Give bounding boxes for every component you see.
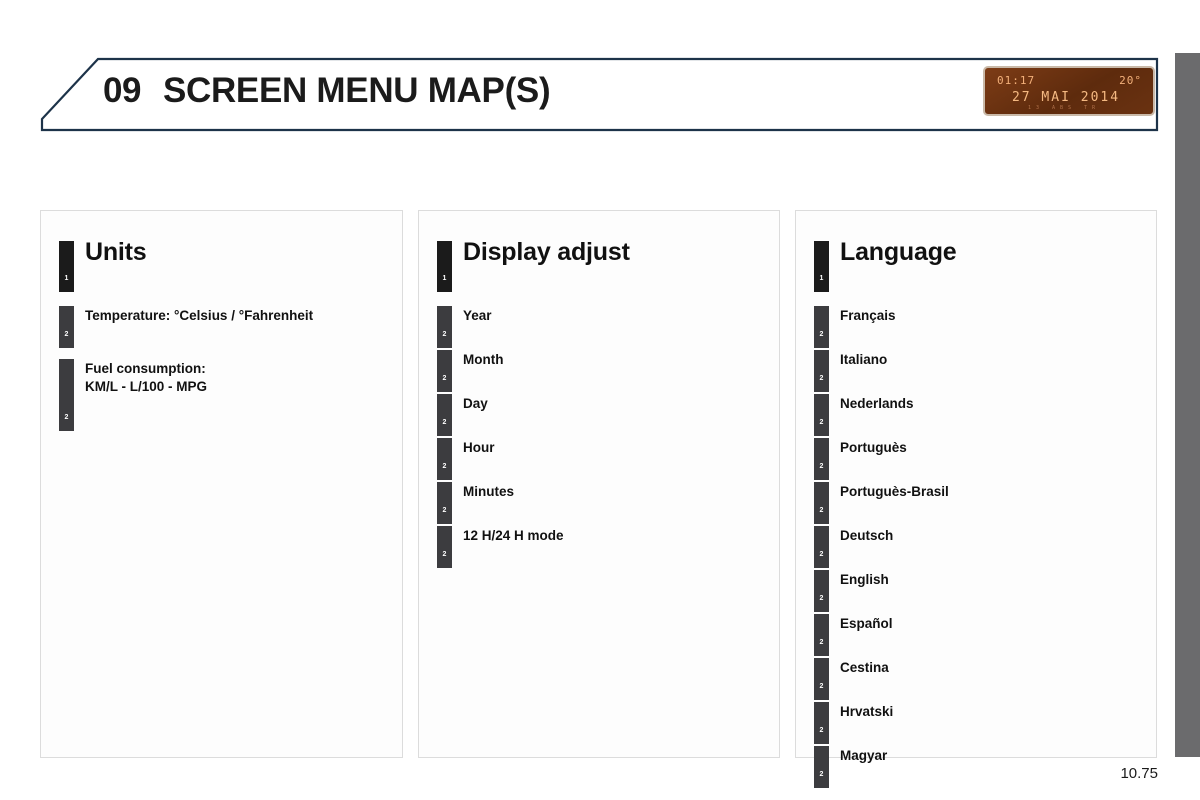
menu-item[interactable]: 2 Español <box>814 612 1138 656</box>
level-marker-2: 2 <box>437 350 452 392</box>
menu-item-label: Temperature: °Celsius / °Fahrenheit <box>85 308 314 323</box>
level-marker-2: 2 <box>437 306 452 348</box>
level-marker-2: 2 <box>437 482 452 524</box>
menu-item[interactable]: 2 Year <box>437 304 761 348</box>
menu-item[interactable]: 2 12 H/24 H mode <box>437 524 761 568</box>
level-marker-2: 2 <box>814 438 829 480</box>
display-date: 27 MAI 2014 <box>1011 90 1121 105</box>
level-marker-1: 1 <box>59 241 74 292</box>
menu-item[interactable]: 2 English <box>814 568 1138 612</box>
menu-item-label: Español <box>840 616 893 631</box>
level-marker-2: 2 <box>814 350 829 392</box>
menu-item[interactable]: 2 Temperature: °Celsius / °Fahrenheit <box>59 304 384 348</box>
level-marker-2: 2 <box>437 438 452 480</box>
panel-display-adjust: 1 Display adjust 2 Year 2 Month 2 Day 2 … <box>418 210 780 758</box>
menu-item[interactable]: 2 Portuguès-Brasil <box>814 480 1138 524</box>
menu-item-label: Hour <box>463 440 495 455</box>
level-marker-2: 2 <box>814 306 829 348</box>
panel-units-heading: 1 Units <box>59 238 384 292</box>
panel-units: 1 Units 2 Temperature: °Celsius / °Fahre… <box>40 210 403 758</box>
level-marker-2: 2 <box>437 394 452 436</box>
display-sub-indicators: 13 ABS TR <box>1027 105 1101 111</box>
panel-display-adjust-heading: 1 Display adjust <box>437 238 761 292</box>
menu-item-label: English <box>840 572 889 587</box>
menu-map-panels: 1 Units 2 Temperature: °Celsius / °Fahre… <box>40 210 1160 788</box>
panel-language-heading: 1 Language <box>814 238 1138 292</box>
display-screen: 01:17 20° 27 MAI 2014 13 ABS TR <box>985 68 1153 114</box>
menu-item[interactable]: 2 Cestina <box>814 656 1138 700</box>
panel-language: 1 Language 2 Français 2 Italiano 2 Neder… <box>795 210 1157 788</box>
manual-page: 09 SCREEN MENU MAP(S) 01:17 20° 27 MAI 2… <box>0 0 1200 800</box>
level-marker-2: 2 <box>814 658 829 700</box>
level-marker-2: 2 <box>814 702 829 744</box>
menu-item-label: Français <box>840 308 896 323</box>
menu-item[interactable]: 2 Nederlands <box>814 392 1138 436</box>
level-marker-2: 2 <box>59 306 74 348</box>
level-marker-2: 2 <box>59 359 74 431</box>
menu-item[interactable]: 2 Magyar <box>814 744 1138 788</box>
menu-item-label: Fuel consumption: KM/L - L/100 - MPG <box>85 361 208 394</box>
panel-units-title: Units <box>85 238 147 266</box>
menu-item[interactable]: 2 Month <box>437 348 761 392</box>
menu-item-label: Italiano <box>840 352 888 367</box>
chapter-number: 09 <box>103 71 141 110</box>
panel-display-adjust-title: Display adjust <box>463 238 630 266</box>
menu-item-label: Magyar <box>840 748 888 763</box>
menu-item-label: Minutes <box>463 484 515 499</box>
menu-item-label: Portuguès <box>840 440 907 455</box>
menu-item-label: Cestina <box>840 660 889 675</box>
chapter-edge-tab <box>1175 53 1200 757</box>
level-marker-2: 2 <box>814 570 829 612</box>
level-marker-2: 2 <box>814 746 829 788</box>
menu-item-label: Nederlands <box>840 396 914 411</box>
menu-item[interactable]: 2 Deutsch <box>814 524 1138 568</box>
menu-item[interactable]: 2 Hour <box>437 436 761 480</box>
level-marker-2: 2 <box>437 526 452 568</box>
level-marker-2: 2 <box>814 482 829 524</box>
menu-item-label: Day <box>463 396 488 411</box>
instrument-display-graphic: 01:17 20° 27 MAI 2014 13 ABS TR <box>983 66 1155 116</box>
page-number: 10.75 <box>1120 765 1158 782</box>
menu-item[interactable]: 2 Hrvatski <box>814 700 1138 744</box>
menu-item[interactable]: 2 Fuel consumption: KM/L - L/100 - MPG <box>59 357 384 431</box>
menu-item-label: Year <box>463 308 492 323</box>
menu-item[interactable]: 2 Day <box>437 392 761 436</box>
menu-item[interactable]: 2 Portuguès <box>814 436 1138 480</box>
menu-item-label: Portuguès-Brasil <box>840 484 949 499</box>
display-clock: 01:17 <box>997 74 1036 87</box>
page-title: 09 SCREEN MENU MAP(S) <box>103 71 551 111</box>
display-temperature: 20° <box>1119 74 1142 87</box>
level-marker-1: 1 <box>814 241 829 292</box>
level-marker-2: 2 <box>814 614 829 656</box>
menu-item-label: Deutsch <box>840 528 894 543</box>
menu-item[interactable]: 2 Minutes <box>437 480 761 524</box>
menu-item-label: 12 H/24 H mode <box>463 528 564 543</box>
menu-item[interactable]: 2 Italiano <box>814 348 1138 392</box>
chapter-title-text: SCREEN MENU MAP(S) <box>162 71 551 110</box>
menu-item-label: Month <box>463 352 504 367</box>
level-marker-2: 2 <box>814 394 829 436</box>
level-marker-1: 1 <box>437 241 452 292</box>
menu-item[interactable]: 2 Français <box>814 304 1138 348</box>
level-marker-2: 2 <box>814 526 829 568</box>
panel-language-title: Language <box>840 238 957 266</box>
menu-item-label: Hrvatski <box>840 704 894 719</box>
